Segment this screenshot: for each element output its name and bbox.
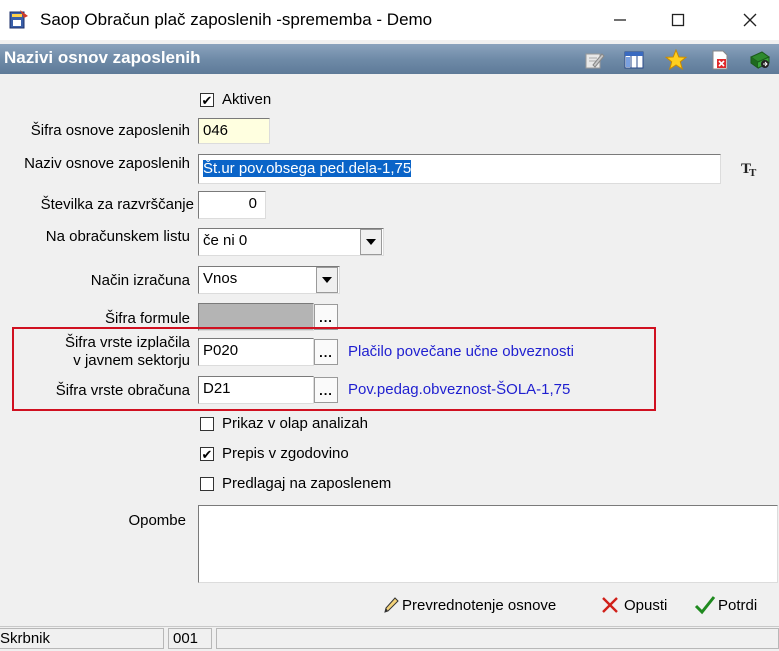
sifra-vrste-izplacila-label-line2: v javnem sektorju [73,352,190,369]
sifra-vrste-obracuna-browse-button[interactable]: ... [314,377,338,403]
opusti-button[interactable]: Opusti [600,590,667,620]
status-code: 001 [168,628,212,649]
star-icon[interactable] [664,48,688,72]
prevrednotenje-button[interactable]: Prevrednotenje osnove [382,590,556,620]
sifra-vrste-obracuna-label: Šifra vrste obračuna [55,382,190,399]
sifra-vrste-izplacila-label-line1: Šifra vrste izplačila [64,334,190,351]
na-obracunskem-listu-dropdown-button[interactable] [360,229,382,255]
opombe-label: Opombe [128,512,186,529]
exit-icon[interactable] [748,48,772,72]
edit-icon[interactable] [582,48,606,72]
minimize-button[interactable] [590,0,650,40]
predlagaj-label: Predlagaj na zaposlenem [222,475,392,492]
window-title: Saop Obračun plač zaposlenih -sprememba … [40,10,433,29]
predlagaj-checkbox[interactable] [200,477,214,491]
opusti-label: Opusti [624,596,668,614]
naziv-osnove-label: Naziv osnove zaposlenih [24,155,190,172]
sifra-osnove-input[interactable]: 046 [198,118,270,144]
opombe-textarea[interactable] [198,505,778,583]
status-user: Skrbnik [0,628,164,649]
prikaz-olap-label: Prikaz v olap analizah [222,415,368,432]
sifra-vrste-obracuna-input[interactable]: D21 [198,376,314,404]
maximize-button[interactable] [648,0,708,40]
svg-text:T: T [749,167,757,178]
potrdi-button[interactable]: Potrdi [694,590,757,620]
delete-doc-icon[interactable] [708,48,732,72]
minimize-icon [614,19,626,21]
checkmark-icon: ✔ [201,92,213,108]
sifra-vrste-izplacila-input[interactable]: P020 [198,338,314,366]
na-obracunskem-listu-value: če ni 0 [203,232,248,249]
sifra-vrste-izplacila-description: Plačilo povečane učne obveznosti [348,343,574,360]
aktiven-label: Aktiven [222,91,272,108]
naziv-osnove-input[interactable]: Št.ur pov.obsega ped.dela-1,75 [198,154,721,184]
naziv-osnove-selected-text: Št.ur pov.obsega ped.dela-1,75 [203,160,412,177]
app-icon [8,8,30,30]
chevron-down-icon [366,239,376,245]
sifra-formule-label: Šifra formule [104,310,190,327]
chevron-down-icon [322,277,332,283]
text-format-icon[interactable]: TT [740,158,760,179]
stevilka-input[interactable]: 0 [198,191,266,219]
na-obracunskem-listu-label: Na obračunskem listu [45,228,190,245]
close-button[interactable] [720,0,779,40]
prepis-zgodovino-checkbox[interactable]: ✔ [200,447,214,461]
form-header: Nazivi osnov zaposlenih [0,44,779,74]
sifra-vrste-izplacila-browse-button[interactable]: ... [314,339,338,365]
nacin-izracuna-label: Način izračuna [90,272,190,289]
nacin-izracuna-value: Vnos [203,270,238,287]
sifra-osnove-label: Šifra osnove zaposlenih [30,122,190,139]
sifra-vrste-obracuna-description: Pov.pedag.obveznost-ŠOLA-1,75 [348,381,571,398]
prepis-zgodovino-label: Prepis v zgodovino [222,445,349,462]
close-icon [743,13,757,27]
checkmark-icon [694,596,716,615]
columns-icon[interactable] [622,48,646,72]
prevrednotenje-label: Prevrednotenje osnove [402,596,557,614]
window-titlebar: Saop Obračun plač zaposlenih -sprememba … [0,0,779,40]
maximize-icon [671,13,685,27]
cancel-x-icon [602,597,618,613]
prikaz-olap-checkbox[interactable] [200,417,214,431]
checkmark-icon: ✔ [201,446,213,462]
potrdi-label: Potrdi [718,596,758,614]
status-message [216,628,779,649]
pencil-icon [384,597,399,613]
form-header-title: Nazivi osnov zaposlenih [4,48,201,67]
nacin-izracuna-dropdown-button[interactable] [316,267,338,293]
aktiven-checkbox[interactable]: ✔ [200,93,214,107]
stevilka-label: Številka za razvrščanje [40,196,194,213]
na-obracunskem-listu-select[interactable]: če ni 0 [198,228,384,256]
sifra-vrste-izplacila-label: Šifra vrste izplačila v javnem sektorju [0,334,190,370]
